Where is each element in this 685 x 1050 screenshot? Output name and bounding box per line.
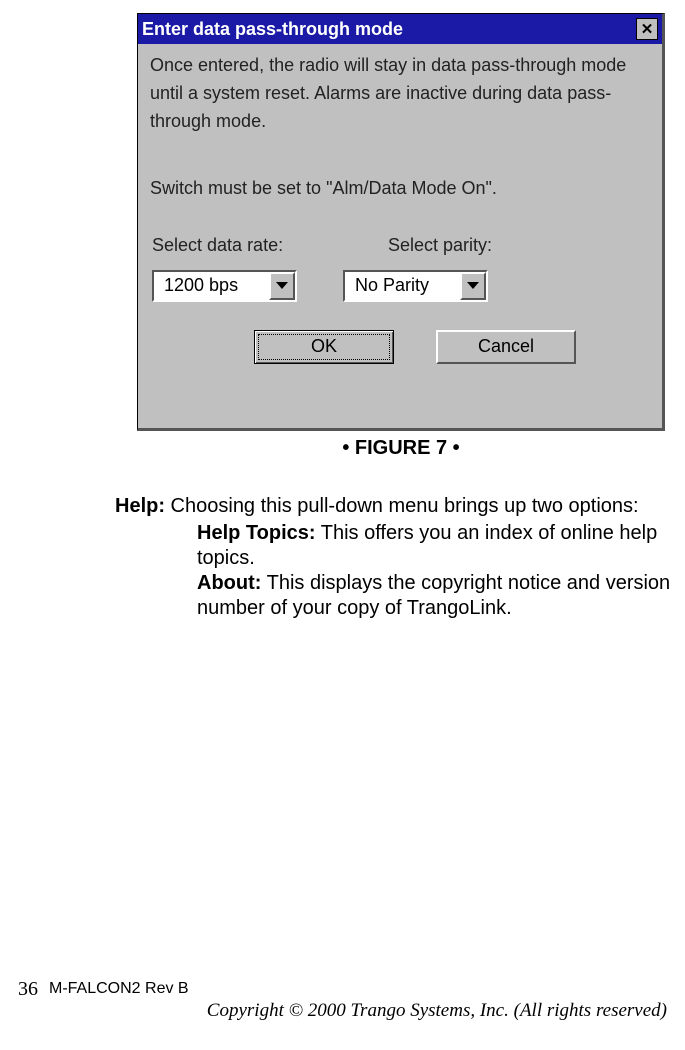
dialog-buttons-row: OK Cancel (150, 330, 650, 364)
data-rate-dropdown-button[interactable] (269, 272, 295, 300)
chevron-down-icon (467, 282, 479, 289)
cancel-button[interactable]: Cancel (436, 330, 576, 364)
about-text: This displays the copyright notice and v… (197, 572, 670, 619)
about-item: About: This displays the copyright notic… (197, 571, 675, 621)
help-topics-label: Help Topics: (197, 522, 316, 544)
data-rate-combobox[interactable]: 1200 bps (152, 270, 297, 302)
window-title: Enter data pass-through mode (142, 19, 636, 40)
instruction-text-1: Once entered, the radio will stay in dat… (150, 52, 650, 136)
about-label: About: (197, 572, 261, 594)
help-label: Help: (115, 495, 165, 517)
dialog-window: Enter data pass-through mode ✕ Once ente… (137, 13, 665, 431)
help-topics-item: Help Topics: This offers you an index of… (197, 521, 675, 571)
parity-dropdown-button[interactable] (460, 272, 486, 300)
help-text: Choosing this pull-down menu brings up t… (165, 495, 639, 517)
parity-value: No Parity (345, 275, 460, 296)
instruction-text-2: Switch must be set to "Alm/Data Mode On"… (150, 178, 650, 199)
close-icon: ✕ (641, 20, 654, 38)
document-body-text: Help: Choosing this pull-down menu bring… (115, 494, 675, 621)
parity-label: Select parity: (388, 235, 492, 256)
titlebar: Enter data pass-through mode ✕ (138, 14, 662, 44)
document-code: M-FALCON2 Rev B (49, 980, 189, 998)
data-rate-value: 1200 bps (154, 275, 269, 296)
copyright-notice: Copyright © 2000 Trango Systems, Inc. (A… (207, 1000, 667, 1022)
chevron-down-icon (276, 282, 288, 289)
select-row: 1200 bps No Parity (150, 270, 650, 302)
help-subitems: Help Topics: This offers you an index of… (115, 521, 675, 621)
parity-combobox[interactable]: No Parity (343, 270, 488, 302)
figure-caption: • FIGURE 7 • (137, 437, 665, 460)
ok-button[interactable]: OK (254, 330, 394, 364)
page-number: 36 (18, 978, 38, 1001)
close-button[interactable]: ✕ (636, 18, 658, 40)
dialog-body: Once entered, the radio will stay in dat… (138, 44, 662, 376)
help-paragraph: Help: Choosing this pull-down menu bring… (115, 494, 675, 519)
select-labels-row: Select data rate: Select parity: (150, 235, 650, 256)
data-rate-label: Select data rate: (152, 235, 342, 256)
dialog-screenshot: Enter data pass-through mode ✕ Once ente… (137, 13, 665, 460)
